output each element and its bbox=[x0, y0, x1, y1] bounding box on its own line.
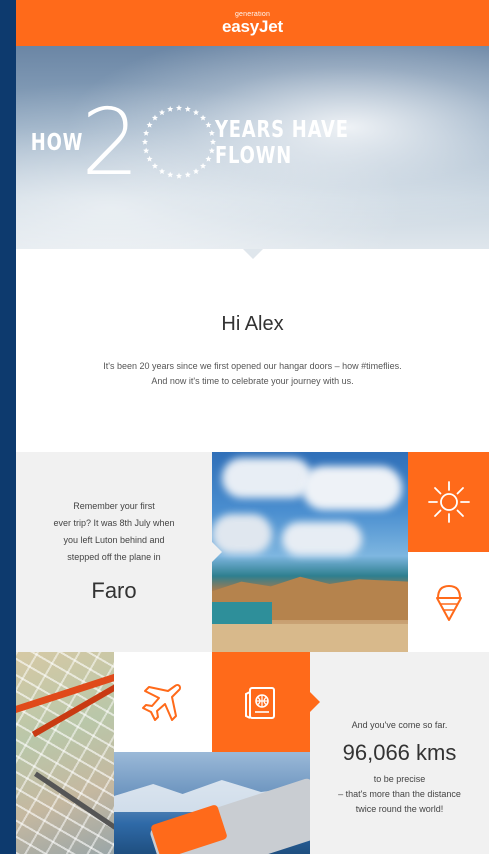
greeting-message: It's been 20 years since we first opened… bbox=[56, 359, 449, 389]
photo-cloud bbox=[222, 458, 312, 498]
greeting-title: Hi Alex bbox=[221, 313, 284, 335]
distance-line-2: – that's more than the distance bbox=[338, 789, 461, 799]
ring-star bbox=[167, 105, 174, 112]
hero-number-block: 2 bbox=[81, 97, 217, 189]
distance-line-1: to be precise bbox=[373, 774, 426, 784]
photo-beach bbox=[212, 624, 408, 652]
first-trip-line-1: Remember your first bbox=[73, 501, 155, 511]
ring-star bbox=[159, 168, 166, 175]
hero-word-years: YEARS HAVE FLOWN bbox=[214, 117, 349, 169]
plane-icon bbox=[142, 683, 182, 721]
hero-number: 2 bbox=[81, 89, 140, 196]
hero-banner: HOW 2 YEARS HAVE FLOWN bbox=[16, 46, 489, 249]
ring-star bbox=[152, 162, 159, 169]
star-ring-icon bbox=[142, 104, 217, 179]
first-trip-line-4: stepped off the plane in bbox=[67, 552, 161, 562]
beach-photo bbox=[212, 452, 408, 652]
ring-star bbox=[159, 109, 166, 116]
stats-mosaic: Remember your first ever trip? It was 8t… bbox=[16, 452, 489, 854]
panel-notch bbox=[310, 692, 320, 712]
photo-cloud bbox=[282, 522, 362, 556]
distance-intro: And you've come so far. bbox=[351, 720, 448, 730]
first-trip-panel: Remember your first ever trip? It was 8t… bbox=[16, 452, 212, 652]
ring-star bbox=[143, 130, 150, 136]
brand-tagline: generation bbox=[234, 11, 271, 18]
ring-star bbox=[205, 121, 212, 128]
ice-cream-tile bbox=[408, 552, 489, 652]
brand-logo[interactable]: easyJet bbox=[222, 18, 283, 35]
sun-icon bbox=[427, 481, 470, 523]
brand-header: generation easyJet bbox=[16, 0, 489, 46]
panel-notch bbox=[212, 542, 222, 562]
ring-star bbox=[205, 155, 212, 162]
ring-star bbox=[184, 105, 192, 112]
ring-star bbox=[184, 171, 192, 178]
sun-tile bbox=[408, 452, 489, 552]
first-trip-line-2: ever trip? It was 8th July when bbox=[53, 518, 175, 528]
ring-star bbox=[193, 109, 200, 116]
ring-star bbox=[176, 172, 183, 179]
ring-star bbox=[152, 114, 159, 121]
greeting-line-2: And now it's time to celebrate your jour… bbox=[151, 376, 354, 386]
hero-headline: HOW 2 YEARS HAVE FLOWN bbox=[16, 97, 489, 189]
passport-icon bbox=[245, 687, 275, 719]
distance-value: 96,066 kms bbox=[342, 740, 457, 765]
first-trip-city: Faro bbox=[91, 578, 137, 603]
map-photo bbox=[16, 652, 114, 854]
distance-line-3: twice round the world! bbox=[355, 804, 444, 814]
ring-star bbox=[176, 104, 183, 111]
greeting-line-1: It's been 20 years since we first opened… bbox=[103, 361, 402, 371]
distance-detail: to be precise – that's more than the dis… bbox=[320, 772, 479, 817]
plane-tile bbox=[114, 652, 212, 752]
first-trip-line-3: you left Luton behind and bbox=[63, 535, 165, 545]
hero-pointer bbox=[242, 249, 263, 259]
ring-star bbox=[142, 138, 149, 145]
distance-panel: And you've come so far. 96,066 kms to be… bbox=[310, 652, 489, 854]
ring-star bbox=[167, 171, 174, 178]
ring-star bbox=[146, 121, 153, 128]
ice-cream-icon bbox=[435, 584, 462, 621]
passport-tile bbox=[212, 652, 310, 752]
email-container: generation easyJet HOW 2 YEARS HAVE FLOW… bbox=[16, 0, 489, 854]
hero-word-how: HOW bbox=[30, 130, 84, 156]
photo-cloud bbox=[302, 466, 402, 510]
photo-pen bbox=[34, 771, 114, 838]
greeting-section: Hi Alex It's been 20 years since we firs… bbox=[16, 259, 489, 452]
ring-star bbox=[200, 162, 207, 169]
ring-star bbox=[193, 168, 200, 175]
ring-star bbox=[200, 114, 207, 121]
ring-star bbox=[143, 147, 150, 154]
aeroplane-window-photo bbox=[114, 752, 310, 854]
ring-star bbox=[146, 155, 153, 162]
first-trip-message: Remember your first ever trip? It was 8t… bbox=[36, 498, 192, 566]
